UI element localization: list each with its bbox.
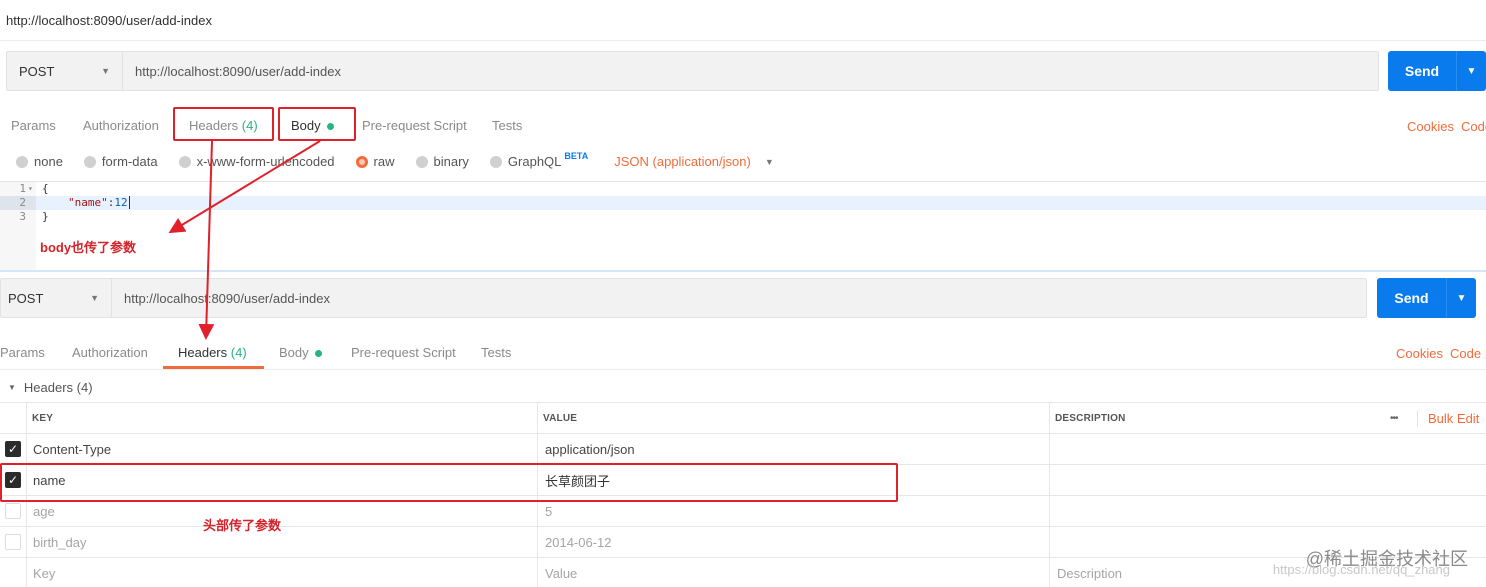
arrow-to-headers: [198, 140, 215, 340]
annotation-arrows: [168, 140, 321, 340]
watermark-url: https://blog.csdn.net/qq_zhang: [1272, 562, 1450, 577]
arrow-to-body: [168, 140, 321, 234]
